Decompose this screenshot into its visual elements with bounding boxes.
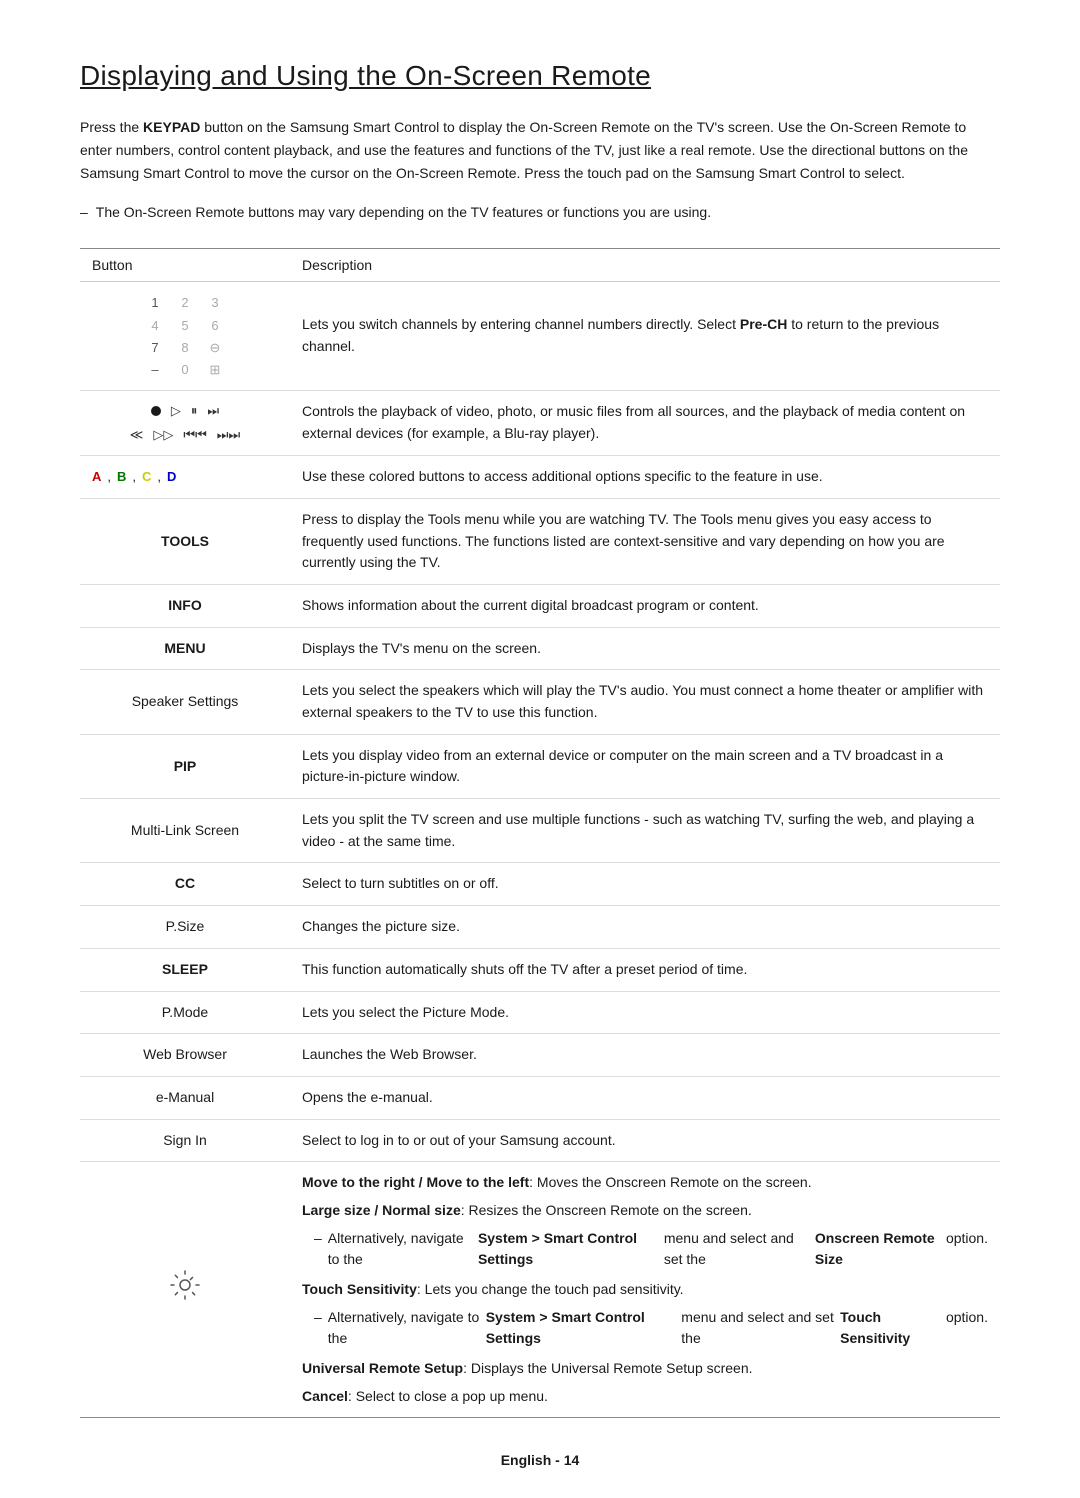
table-row: INFO Shows information about the current… [80,584,1000,627]
button-description-table: Button Description 123 456 78⊖ –0⊞ Lets … [80,248,1000,1418]
desc-gear: Move to the right / Move to the left: Mo… [290,1162,1000,1418]
stop-icon [151,406,161,416]
col-header-button: Button [80,249,290,282]
next-icon: ⏭⏭ [217,425,240,445]
col-header-description: Description [290,249,1000,282]
btn-a-label: A [92,467,101,487]
button-media: ▷ ⏸ ⏭ ≪ ▷▷ ⏮⏮ ⏭⏭ [80,390,290,455]
pause-icon: ⏸ [191,401,198,421]
table-row: Move to the right / Move to the left: Mo… [80,1162,1000,1418]
button-menu: MENU [80,627,290,670]
desc-media: Controls the playback of video, photo, o… [290,390,1000,455]
button-multilink: Multi-Link Screen [80,799,290,863]
skip-icon: ⏭ [207,401,219,421]
desc-speaker-settings: Lets you select the speakers which will … [290,670,1000,734]
desc-emanual: Opens the e-manual. [290,1076,1000,1119]
table-row: CC Select to turn subtitles on or off. [80,863,1000,906]
table-row: Web Browser Launches the Web Browser. [80,1034,1000,1077]
page-title: Displaying and Using the On-Screen Remot… [80,60,1000,92]
button-cc: CC [80,863,290,906]
table-row: 123 456 78⊖ –0⊞ Lets you switch channels… [80,282,1000,391]
play-icon: ▷ [171,401,181,421]
prev-icon: ⏮⏮ [183,425,206,445]
table-row: e-Manual Opens the e-manual. [80,1076,1000,1119]
button-psize: P.Size [80,906,290,949]
table-row: MENU Displays the TV's menu on the scree… [80,627,1000,670]
desc-cc: Select to turn subtitles on or off. [290,863,1000,906]
button-info: INFO [80,584,290,627]
table-row: ▷ ⏸ ⏭ ≪ ▷▷ ⏮⏮ ⏭⏭ Controls the playback [80,390,1000,455]
desc-info: Shows information about the current digi… [290,584,1000,627]
button-emanual: e-Manual [80,1076,290,1119]
desc-webbrowser: Launches the Web Browser. [290,1034,1000,1077]
button-sleep: SLEEP [80,948,290,991]
sub-note-2: Alternatively, navigate to the System > … [314,1307,988,1350]
desc-sleep: This function automatically shuts off th… [290,948,1000,991]
table-row: SLEEP This function automatically shuts … [80,948,1000,991]
table-row: A , B , C , D Use these colored buttons … [80,456,1000,499]
desc-numpad: Lets you switch channels by entering cha… [290,282,1000,391]
table-row: P.Size Changes the picture size. [80,906,1000,949]
desc-signin: Select to log in to or out of your Samsu… [290,1119,1000,1162]
desc-multilink: Lets you split the TV screen and use mul… [290,799,1000,863]
desc-tools: Press to display the Tools menu while yo… [290,498,1000,584]
desc-colored: Use these colored buttons to access addi… [290,456,1000,499]
rewind-icon: ≪ [130,425,144,445]
table-row: Speaker Settings Lets you select the spe… [80,670,1000,734]
table-row: Multi-Link Screen Lets you split the TV … [80,799,1000,863]
sub-note-1: Alternatively, navigate to the System > … [314,1228,988,1271]
table-row: TOOLS Press to display the Tools menu wh… [80,498,1000,584]
button-webbrowser: Web Browser [80,1034,290,1077]
note-paragraph: The On-Screen Remote buttons may vary de… [80,201,1000,224]
button-colored: A , B , C , D [80,456,290,499]
table-row: Sign In Select to log in to or out of yo… [80,1119,1000,1162]
desc-menu: Displays the TV's menu on the screen. [290,627,1000,670]
button-signin: Sign In [80,1119,290,1162]
button-speaker-settings: Speaker Settings [80,670,290,734]
btn-c-label: C [142,467,151,487]
table-row: PIP Lets you display video from an exter… [80,734,1000,798]
desc-psize: Changes the picture size. [290,906,1000,949]
ff-icon: ▷▷ [153,425,173,445]
button-pmode: P.Mode [80,991,290,1034]
footer-page-number: English - 14 [0,1452,1080,1468]
desc-pmode: Lets you select the Picture Mode. [290,991,1000,1034]
intro-paragraph: Press the KEYPAD button on the Samsung S… [80,116,1000,185]
table-row: P.Mode Lets you select the Picture Mode. [80,991,1000,1034]
button-pip: PIP [80,734,290,798]
btn-d-label: D [167,467,176,487]
button-tools: TOOLS [80,498,290,584]
button-numpad: 123 456 78⊖ –0⊞ [80,282,290,391]
button-gear [80,1162,290,1418]
btn-b-label: B [117,467,126,487]
desc-pip: Lets you display video from an external … [290,734,1000,798]
